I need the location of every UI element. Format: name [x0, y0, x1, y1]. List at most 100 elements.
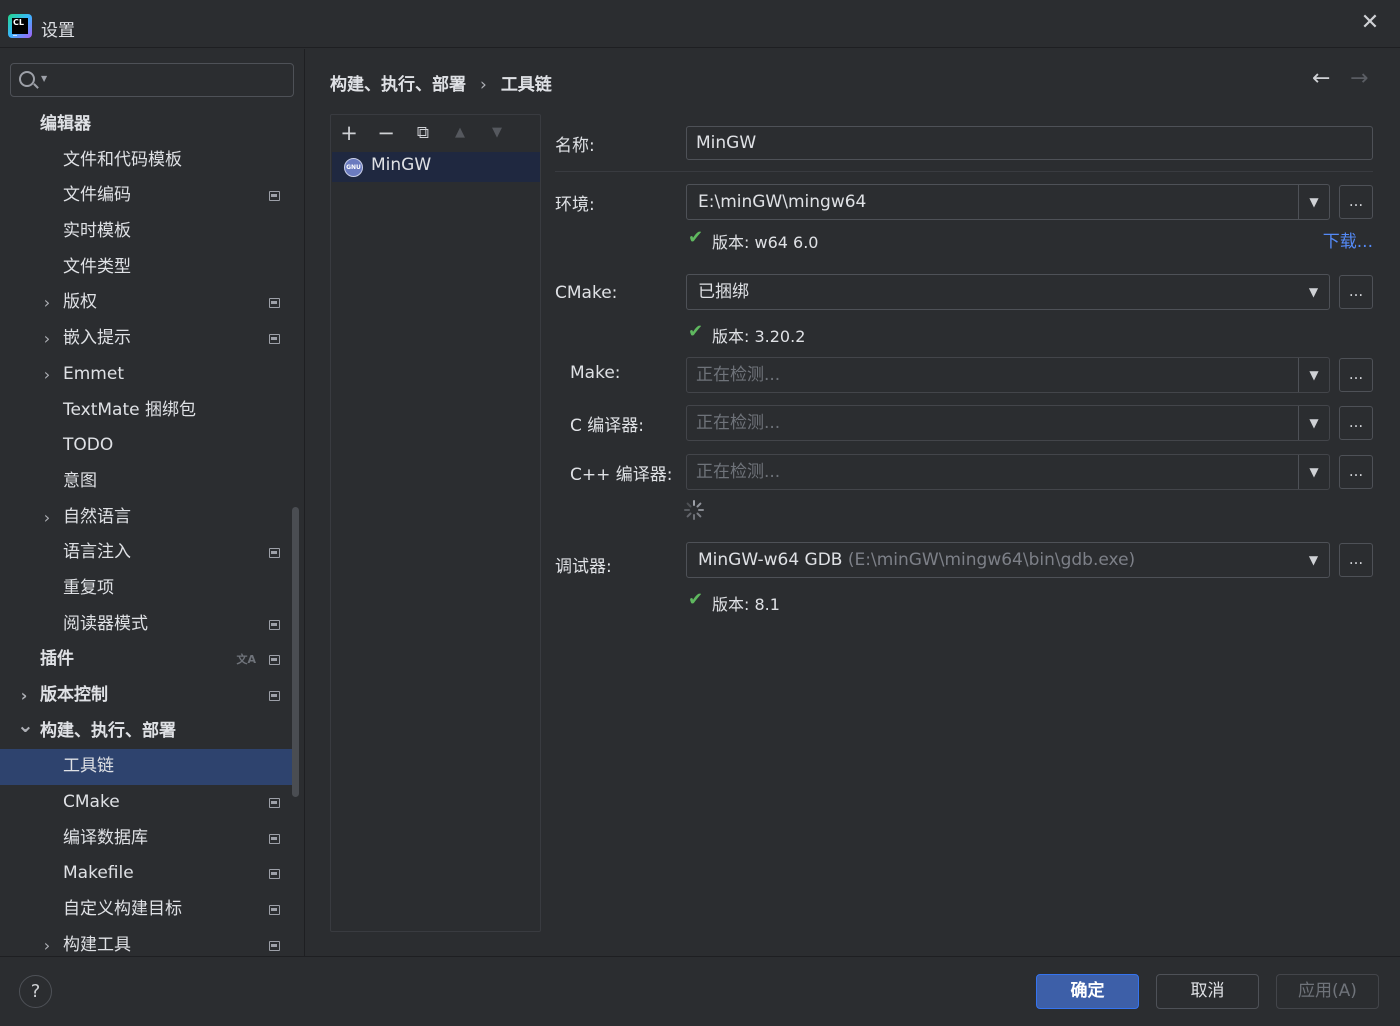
sidebar-item[interactable]: 阅读器模式	[0, 607, 292, 643]
project-settings-icon	[269, 334, 280, 345]
breadcrumb-parent[interactable]: 构建、执行、部署	[330, 75, 466, 95]
make-combo[interactable]: 正在检测... ▼	[686, 357, 1330, 393]
cancel-button[interactable]: 取消	[1156, 974, 1259, 1009]
chevron-down-icon[interactable]: ▼	[1298, 543, 1329, 577]
chevron-down-icon[interactable]: ▼	[1298, 185, 1329, 219]
toolchain-list-toolbar: + − ⧉ ▲ ▼	[331, 115, 540, 151]
sidebar-item[interactable]: 工具链	[0, 749, 292, 786]
sidebar-item[interactable]: 文件编码	[0, 178, 292, 214]
debugger-name: MinGW-w64 GDB	[698, 550, 843, 570]
chevron-down-icon[interactable]: ▼	[1298, 275, 1329, 309]
name-label: 名称:	[555, 136, 595, 156]
toolchain-name: MinGW	[371, 155, 432, 175]
apply-button[interactable]: 应用(A)	[1276, 974, 1379, 1009]
settings-sidebar: ▼ 编辑器文件和代码模板文件编码实时模板文件类型 › 版权 › 嵌入提示 › Emmet Te…	[0, 49, 305, 956]
cmake-version: 版本: 3.20.2	[712, 327, 806, 346]
c-compiler-browse-button[interactable]: ...	[1339, 406, 1373, 440]
sidebar-item-label: TODO	[63, 435, 114, 456]
add-icon[interactable]: +	[337, 119, 361, 147]
sidebar-item-label: Makefile	[63, 863, 134, 884]
debugger-browse-button[interactable]: ...	[1339, 543, 1373, 577]
chevron-right-icon[interactable]: ›	[40, 500, 54, 536]
project-settings-icon	[269, 691, 280, 701]
settings-search-box[interactable]: ▼	[10, 63, 294, 97]
sidebar-item[interactable]: TextMate 捆绑包	[0, 393, 292, 429]
chevron-down-icon[interactable]: ⌄	[17, 708, 34, 744]
name-field[interactable]: MinGW	[686, 126, 1373, 160]
sidebar-item[interactable]: 自定义构建目标	[0, 892, 292, 928]
sidebar-item[interactable]: 文件和代码模板	[0, 143, 292, 179]
help-icon[interactable]: ?	[19, 975, 52, 1008]
make-browse-button[interactable]: ...	[1339, 358, 1373, 392]
environment-label: 环境:	[555, 195, 595, 215]
sidebar-item[interactable]: › 嵌入提示	[0, 321, 292, 357]
project-settings-icon	[269, 191, 280, 202]
copy-icon[interactable]: ⧉	[411, 119, 435, 147]
sidebar-scrollbar[interactable]	[292, 507, 299, 797]
cpp-compiler-combo[interactable]: 正在检测... ▼	[686, 454, 1330, 490]
sidebar-item[interactable]: 意图	[0, 464, 292, 500]
debugger-combo[interactable]: MinGW-w64 GDB (E:\minGW\mingw64\bin\gdb.…	[686, 542, 1330, 578]
sidebar-item-label: 编译数据库	[63, 827, 148, 848]
download-link[interactable]: 下载...	[1323, 227, 1373, 252]
sidebar-item[interactable]: 编辑器	[0, 107, 292, 143]
environment-version: 版本: w64 6.0	[712, 233, 819, 252]
cmake-browse-button[interactable]: ...	[1339, 275, 1373, 309]
sidebar-item-label: 实时模板	[63, 221, 131, 242]
sidebar-item[interactable]: 语言注入	[0, 535, 292, 571]
check-icon: ✔	[688, 227, 704, 248]
sidebar-item[interactable]: Makefile	[0, 856, 292, 892]
back-arrow-icon[interactable]: ←	[1312, 66, 1330, 91]
debugger-label: 调试器:	[555, 557, 612, 577]
sidebar-item-label: TextMate 捆绑包	[63, 399, 196, 420]
remove-icon[interactable]: −	[374, 119, 398, 147]
chevron-right-icon[interactable]: ›	[40, 321, 54, 357]
make-label: Make:	[570, 363, 621, 383]
project-settings-icon	[269, 548, 280, 559]
debugger-version: 版本: 8.1	[712, 595, 780, 614]
sidebar-item-label: 语言注入	[63, 542, 131, 563]
divider	[555, 171, 1373, 172]
sidebar-item[interactable]: 编译数据库	[0, 821, 292, 857]
environment-combo[interactable]: E:\minGW\mingw64 ▼	[686, 184, 1330, 220]
sidebar-item[interactable]: 实时模板	[0, 214, 292, 250]
chevron-down-icon[interactable]: ▼	[1298, 455, 1329, 489]
sidebar-item[interactable]: › 版权	[0, 285, 292, 321]
environment-browse-button[interactable]: ...	[1339, 185, 1373, 219]
forward-arrow-icon: →	[1350, 66, 1369, 91]
sidebar-item[interactable]: › 版本控制	[0, 678, 292, 714]
chevron-down-icon[interactable]: ▼	[1298, 406, 1329, 440]
c-compiler-combo[interactable]: 正在检测... ▼	[686, 405, 1330, 441]
check-icon: ✔	[688, 589, 704, 610]
sidebar-item[interactable]: CMake	[0, 785, 292, 821]
sidebar-item[interactable]: 文件类型	[0, 250, 292, 286]
toolchain-list-item[interactable]: GNU MinGW	[332, 152, 540, 182]
c-compiler-placeholder: 正在检测...	[696, 413, 781, 433]
clion-app-icon: CL _	[8, 14, 32, 38]
sidebar-item-label: 文件和代码模板	[63, 149, 182, 170]
close-icon[interactable]: ✕	[1358, 12, 1382, 36]
chevron-right-icon[interactable]: ›	[40, 285, 54, 321]
sidebar-item[interactable]: 重复项	[0, 571, 292, 607]
ok-button[interactable]: 确定	[1036, 974, 1139, 1009]
cpp-compiler-browse-button[interactable]: ...	[1339, 455, 1373, 489]
chevron-down-icon[interactable]: ▼	[1298, 358, 1329, 392]
chevron-down-icon[interactable]: ▼	[41, 74, 47, 83]
translate-icon[interactable]: 文A	[236, 642, 256, 678]
toolchain-list-panel: + − ⧉ ▲ ▼ GNU MinGW	[330, 114, 541, 932]
sidebar-item[interactable]: › Emmet	[0, 357, 292, 393]
sidebar-item[interactable]: 插件 文A	[0, 642, 292, 678]
search-input[interactable]	[53, 70, 283, 90]
cmake-combo[interactable]: 已捆绑 ▼	[686, 274, 1330, 310]
sidebar-item[interactable]: ⌄ 构建、执行、部署	[0, 713, 292, 750]
chevron-right-icon[interactable]: ›	[40, 357, 54, 393]
project-settings-icon	[269, 940, 280, 951]
cmake-label: CMake:	[555, 283, 618, 303]
sidebar-item-label: 自定义构建目标	[63, 899, 182, 920]
check-icon: ✔	[688, 321, 704, 342]
move-down-icon: ▼	[492, 125, 502, 140]
sidebar-item[interactable]: TODO	[0, 428, 292, 464]
sidebar-item-label: 意图	[63, 470, 97, 491]
loading-spinner-icon	[684, 500, 704, 520]
sidebar-item[interactable]: › 自然语言	[0, 500, 292, 536]
